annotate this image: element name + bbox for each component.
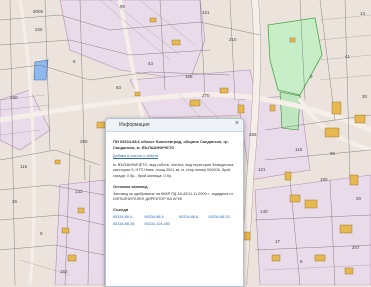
- order-section-title: Основна заповед: [113, 183, 148, 189]
- parcel-label: 63: [116, 85, 122, 90]
- parcel-label: 270: [202, 93, 210, 98]
- parcel-label: 210: [229, 37, 237, 42]
- popup-body: ПИ 65334.88.6 област Благоевград, община…: [106, 132, 243, 233]
- parcel-label: 121: [258, 167, 266, 172]
- parcel-label: 9: [310, 74, 313, 79]
- parcel-label: 90: [120, 4, 126, 9]
- parcel-label: 225: [35, 27, 43, 32]
- parcel-label: 43: [148, 61, 154, 66]
- parcel-label: 180: [320, 177, 328, 182]
- info-popup: Информация × ПИ 65334.88.6 област Благое…: [105, 118, 244, 287]
- parcel-label: 265: [249, 132, 257, 137]
- parcel-label: 207: [352, 245, 360, 250]
- parcel-label: 115: [20, 164, 28, 169]
- close-icon[interactable]: ×: [235, 120, 239, 127]
- parcel-label: 30: [362, 94, 368, 99]
- parcel-label: 221: [202, 10, 210, 15]
- neighbor-link[interactable]: 65334.88.28,: [113, 222, 140, 228]
- neighbors-section-title: Съседи: [113, 207, 129, 213]
- neighbor-link[interactable]: 65334.88.20,: [209, 215, 236, 221]
- parcel-label: 132: [75, 189, 83, 194]
- green-zone: [279, 91, 301, 131]
- parcel-label: 140: [260, 209, 268, 214]
- add-to-list-link[interactable]: Добави в списък с обекти: [113, 154, 236, 160]
- water-body: [33, 59, 49, 81]
- parcel-label: 116: [295, 147, 303, 152]
- parcel-label: 162: [60, 269, 68, 274]
- parcel-label: 250: [80, 139, 88, 144]
- parcel-label: 165: [185, 74, 193, 79]
- order-text: Заповед за одобряване на КККР РД-18-40/1…: [113, 191, 234, 202]
- parcel-label: 8: [73, 59, 76, 64]
- parcel-label: 41: [345, 54, 351, 59]
- parcel-label: 55: [330, 151, 336, 156]
- popup-header: Информация ×: [106, 119, 243, 132]
- parcel-label: 9: [40, 231, 43, 236]
- neighbors-list: 65334.88.4, 65334.88.5, 65334.88.8, 6533…: [113, 215, 236, 227]
- neighbor-link[interactable]: 65334.88.8,: [179, 215, 204, 221]
- parcel-label: 9005: [33, 9, 44, 14]
- neighbor-link[interactable]: 65334.104.480: [144, 222, 175, 228]
- parcel-label: 14: [360, 11, 366, 16]
- parcel-heading: ПИ 65334.88.6 област Благоевград, община…: [113, 139, 229, 150]
- popup-title: Информация: [119, 122, 150, 128]
- parcel-label: 26: [12, 199, 18, 204]
- parcel-description: м. ВЪЛШИНИЧЕТО, вид собств. Частна, вид …: [113, 162, 235, 179]
- neighbor-link[interactable]: 65334.88.4,: [113, 215, 140, 221]
- parcel-label: 17: [275, 239, 281, 244]
- parcel-label: 20: [356, 196, 362, 201]
- neighbor-link[interactable]: 65334.88.5,: [144, 215, 175, 221]
- parcel-label: 250: [10, 95, 18, 100]
- parcel-label: 6: [300, 259, 303, 264]
